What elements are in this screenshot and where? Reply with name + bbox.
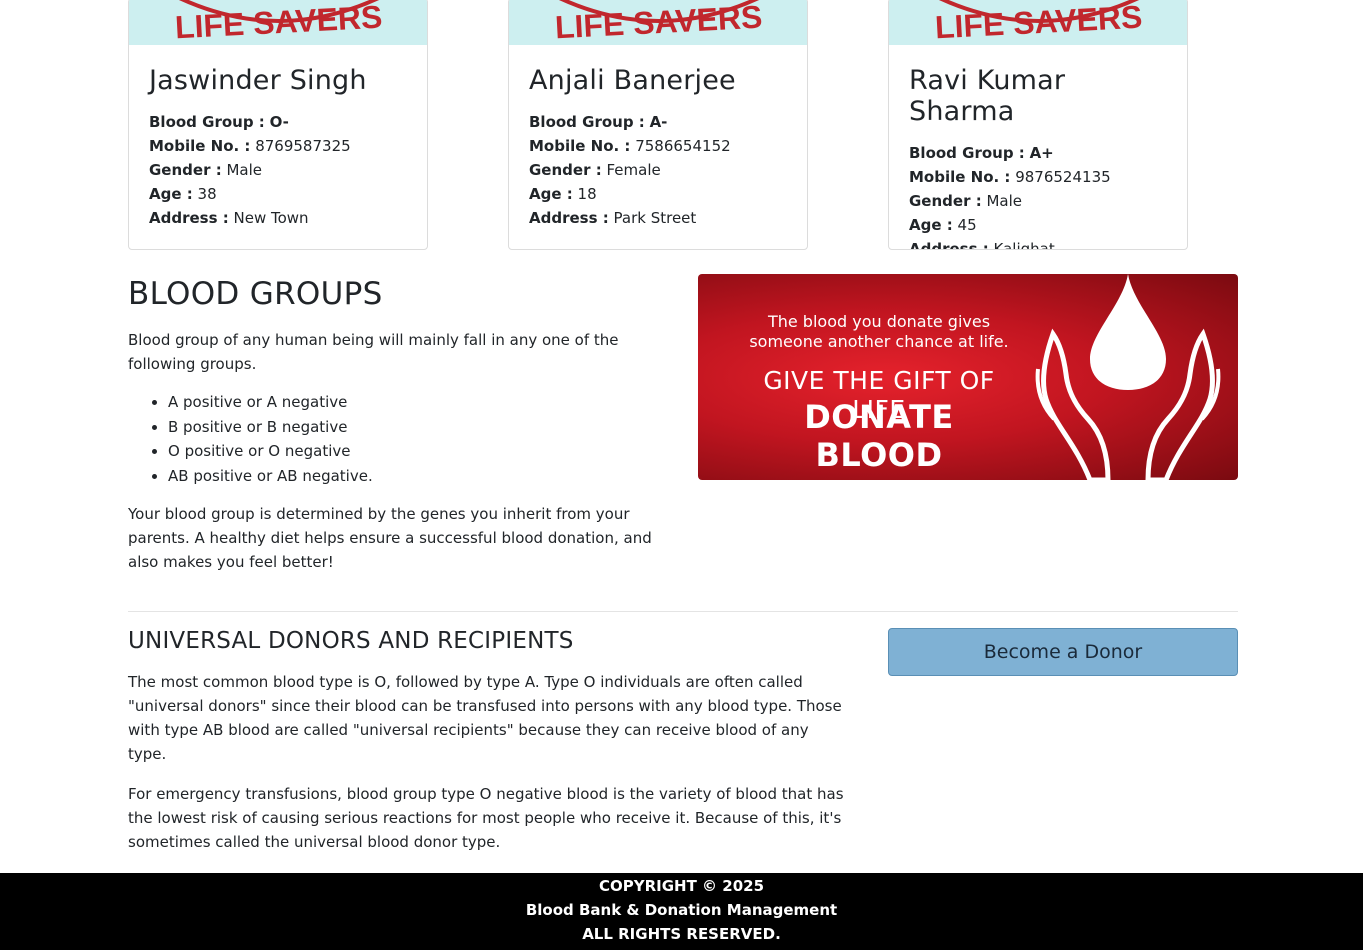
gender-row: Gender : Female — [529, 161, 661, 179]
list-item: A positive or A negative — [168, 390, 673, 415]
blood-groups-outro: Your blood group is determined by the ge… — [128, 505, 652, 571]
life-savers-logo: LIFE SAVERS — [129, 0, 427, 45]
age-value: 45 — [957, 216, 977, 234]
blood-groups-section: BLOOD GROUPS Blood group of any human be… — [128, 276, 673, 574]
life-savers-logo: LIFE SAVERS — [509, 0, 807, 45]
universal-donors-paragraph: The most common blood type is O, followe… — [128, 673, 842, 763]
blood-group-row: Blood Group : A- — [529, 113, 668, 131]
emergency-transfusion-paragraph: For emergency transfusions, blood group … — [128, 785, 844, 851]
blood-group-row: Blood Group : O- — [149, 113, 289, 131]
mobile-value: 9876524135 — [1015, 168, 1111, 186]
blood-groups-intro: Blood group of any human being will main… — [128, 331, 619, 373]
address-value: New Town — [233, 209, 309, 227]
banner-heading: DONATE BLOOD — [804, 398, 954, 474]
section-divider — [128, 611, 1238, 612]
blood-group-value: A+ — [1029, 144, 1054, 162]
gender-value: Female — [606, 161, 661, 179]
blood-group-row: Blood Group : A+ — [909, 144, 1054, 162]
become-donor-button[interactable]: Become a Donor — [888, 628, 1238, 676]
blood-group-value: O- — [269, 113, 289, 131]
mobile-value: 7586654152 — [635, 137, 731, 155]
list-item: AB positive or AB negative. — [168, 464, 673, 489]
donate-blood-banner: The blood you donate gives someone anoth… — [698, 274, 1238, 480]
mobile-value: 8769587325 — [255, 137, 351, 155]
banner-tagline: The blood you donate gives someone anoth… — [749, 312, 1009, 351]
age-row: Age : 45 — [909, 216, 977, 234]
universal-donors-section: UNIVERSAL DONORS AND RECIPIENTS The most… — [128, 628, 848, 854]
gender-value: Male — [226, 161, 263, 179]
age-value: 38 — [197, 185, 217, 203]
donor-name: Anjali Banerjee — [529, 65, 736, 96]
address-value: Kalighat — [993, 240, 1055, 250]
gender-value: Male — [986, 192, 1023, 210]
donor-card: LIFE SAVERS Anjali Banerjee Blood Group … — [508, 0, 808, 250]
blood-groups-list: A positive or A negative B positive or B… — [168, 390, 673, 488]
footer: COPYRIGHT © 2025 Blood Bank & Donation M… — [0, 873, 1363, 950]
blood-groups-heading: BLOOD GROUPS — [128, 276, 383, 312]
life-savers-logo: LIFE SAVERS — [889, 0, 1187, 45]
mobile-row: Mobile No. : 9876524135 — [909, 168, 1111, 186]
donor-name: Jaswinder Singh — [149, 65, 367, 96]
rights-text: ALL RIGHTS RESERVED. — [582, 925, 781, 943]
list-item: O positive or O negative — [168, 439, 673, 464]
copyright-text: COPYRIGHT © 2025 — [598, 877, 765, 895]
age-value: 18 — [577, 185, 597, 203]
address-row: Address : Park Street — [529, 209, 697, 227]
donor-name: Ravi Kumar Sharma — [909, 65, 1066, 127]
gender-row: Gender : Male — [149, 161, 263, 179]
donor-card: LIFE SAVERS Jaswinder Singh Blood Group … — [128, 0, 428, 250]
blood-drop-hands-icon — [1035, 274, 1221, 480]
list-item: B positive or B negative — [168, 415, 673, 440]
universal-donors-heading: UNIVERSAL DONORS AND RECIPIENTS — [128, 628, 574, 654]
donor-card: LIFE SAVERS Ravi Kumar Sharma Blood Grou… — [888, 0, 1188, 250]
mobile-row: Mobile No. : 8769587325 — [149, 137, 351, 155]
mobile-row: Mobile No. : 7586654152 — [529, 137, 731, 155]
gender-row: Gender : Male — [909, 192, 1023, 210]
address-value: Park Street — [613, 209, 697, 227]
age-row: Age : 38 — [149, 185, 217, 203]
address-row: Address : Kalighat — [909, 237, 1167, 250]
footer-app-name: Blood Bank & Donation Management — [525, 901, 838, 919]
age-row: Age : 18 — [529, 185, 597, 203]
blood-group-value: A- — [649, 113, 668, 131]
address-row: Address : New Town — [149, 209, 309, 227]
